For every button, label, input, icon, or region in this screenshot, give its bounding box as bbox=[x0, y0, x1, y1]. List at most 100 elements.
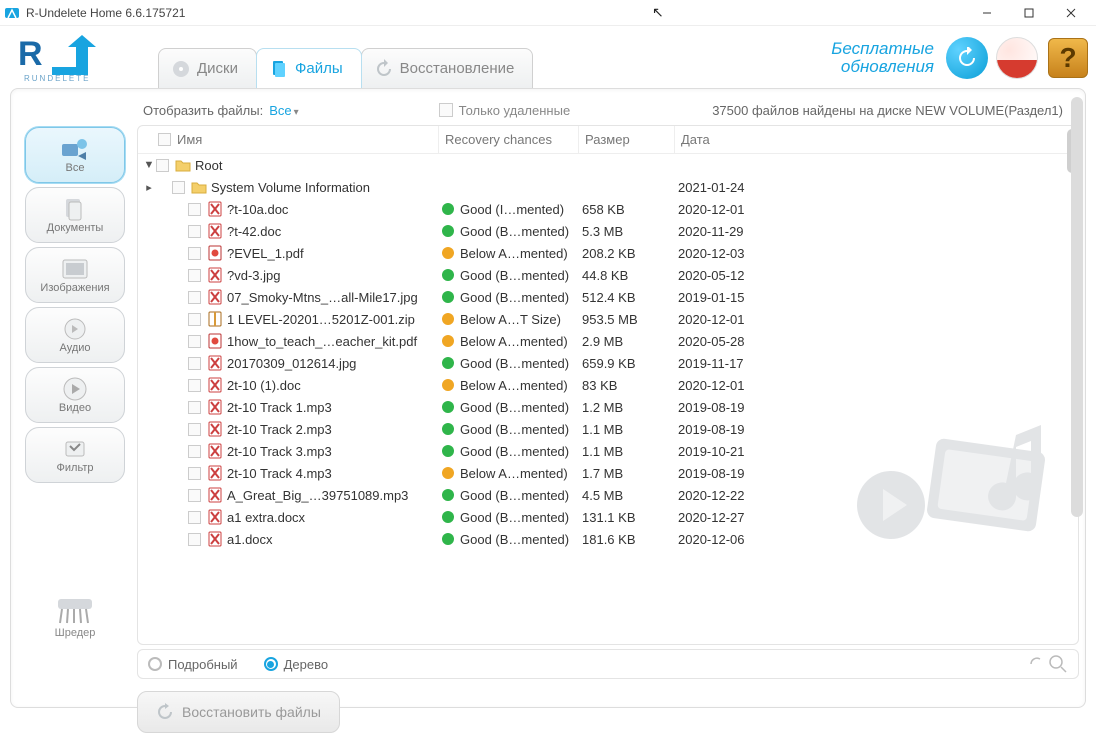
row-checkbox[interactable] bbox=[172, 181, 185, 194]
file-row[interactable]: 1how_to_teach_…eacher_kit.pdfBelow A…men… bbox=[138, 330, 1078, 352]
close-button[interactable] bbox=[1050, 0, 1092, 26]
file-row[interactable]: 2t-10 Track 2.mp3Good (B…mented)1.1 MB20… bbox=[138, 418, 1078, 440]
file-row[interactable]: a1.docxGood (B…mented)181.6 KB2020-12-06 bbox=[138, 528, 1078, 550]
sidebar-item-shredder[interactable]: Шредер bbox=[25, 589, 125, 645]
recover-button[interactable]: Восстановить файлы bbox=[137, 691, 340, 733]
row-checkbox[interactable] bbox=[188, 533, 201, 546]
file-icon bbox=[207, 355, 223, 371]
view-tree-option[interactable]: Дерево bbox=[264, 657, 328, 672]
row-checkbox[interactable] bbox=[188, 489, 201, 502]
file-row[interactable]: 2t-10 Track 4.mp3Below A…mented)1.7 MB20… bbox=[138, 462, 1078, 484]
file-row[interactable]: 2t-10 (1).docBelow A…mented)83 KB2020-12… bbox=[138, 374, 1078, 396]
row-checkbox[interactable] bbox=[188, 225, 201, 238]
shredder-icon bbox=[54, 595, 96, 627]
row-checkbox[interactable] bbox=[188, 401, 201, 414]
tab-disks[interactable]: Диски bbox=[158, 48, 257, 88]
row-checkbox[interactable] bbox=[188, 247, 201, 260]
file-row[interactable]: ?t-10a.docGood (I…mented)658 KB2020-12-0… bbox=[138, 198, 1078, 220]
sidebar-item-filter[interactable]: Фильтр bbox=[25, 427, 125, 483]
row-checkbox[interactable] bbox=[188, 291, 201, 304]
file-name: 07_Smoky-Mtns_…all-Mile17.jpg bbox=[227, 290, 418, 305]
file-size: 83 KB bbox=[582, 378, 678, 393]
status-dot-icon bbox=[442, 533, 454, 545]
folder-row[interactable]: ▸System Volume Information2021-01-24 bbox=[138, 176, 1078, 198]
status-dot-icon bbox=[442, 247, 454, 259]
folder-row[interactable]: ▼Root bbox=[138, 154, 1078, 176]
file-row[interactable]: ?EVEL_1.pdfBelow A…mented)208.2 KB2020-1… bbox=[138, 242, 1078, 264]
column-recovery[interactable]: Recovery chances bbox=[438, 126, 578, 153]
language-button[interactable] bbox=[996, 37, 1038, 79]
column-size[interactable]: Размер bbox=[578, 126, 674, 153]
row-checkbox[interactable] bbox=[188, 423, 201, 436]
help-button[interactable]: ? bbox=[1048, 38, 1088, 78]
file-name: 1 LEVEL-20201…5201Z-001.zip bbox=[227, 312, 415, 327]
row-checkbox[interactable] bbox=[188, 357, 201, 370]
file-icon bbox=[207, 509, 223, 525]
svg-text:RUNDELETE: RUNDELETE bbox=[24, 74, 90, 83]
file-size: 1.1 MB bbox=[582, 422, 678, 437]
file-name: 2t-10 Track 1.mp3 bbox=[227, 400, 332, 415]
file-icon bbox=[207, 289, 223, 305]
recovery-chance: Good (B…mented) bbox=[460, 444, 569, 459]
file-date: 2020-12-27 bbox=[678, 510, 798, 525]
sidebar-item-documents[interactable]: Документы bbox=[25, 187, 125, 243]
file-row[interactable]: 2t-10 Track 1.mp3Good (B…mented)1.2 MB20… bbox=[138, 396, 1078, 418]
maximize-button[interactable] bbox=[1008, 0, 1050, 26]
search-button[interactable] bbox=[1028, 654, 1068, 674]
status-dot-icon bbox=[442, 467, 454, 479]
tab-files[interactable]: Файлы bbox=[256, 48, 362, 88]
file-row[interactable]: 2t-10 Track 3.mp3Good (B…mented)1.1 MB20… bbox=[138, 440, 1078, 462]
view-detailed-option[interactable]: Подробный bbox=[148, 657, 238, 672]
file-rows: ▼Root▸System Volume Information2021-01-2… bbox=[138, 154, 1078, 644]
sidebar-item-video[interactable]: Видео bbox=[25, 367, 125, 423]
file-row[interactable]: a1 extra.docxGood (B…mented)131.1 KB2020… bbox=[138, 506, 1078, 528]
header: R RUNDELETE Диски Файлы Восстановление Б… bbox=[0, 26, 1096, 88]
deleted-only-checkbox[interactable] bbox=[439, 103, 453, 117]
file-icon bbox=[207, 531, 223, 547]
file-row[interactable]: 07_Smoky-Mtns_…all-Mile17.jpgGood (B…men… bbox=[138, 286, 1078, 308]
row-checkbox[interactable] bbox=[188, 511, 201, 524]
file-size: 131.1 KB bbox=[582, 510, 678, 525]
file-name: 2t-10 (1).doc bbox=[227, 378, 301, 393]
cursor-icon: ↖ bbox=[652, 4, 664, 21]
file-row[interactable]: ?t-42.docGood (B…mented)5.3 MB2020-11-29 bbox=[138, 220, 1078, 242]
sidebar-item-audio[interactable]: Аудио bbox=[25, 307, 125, 363]
filter-bar: Отобразить файлы: Все▾ Только удаленные … bbox=[137, 95, 1079, 125]
row-checkbox[interactable] bbox=[188, 269, 201, 282]
row-checkbox[interactable] bbox=[188, 379, 201, 392]
status-dot-icon bbox=[442, 401, 454, 413]
updates-button[interactable] bbox=[946, 37, 988, 79]
sidebar-item-all[interactable]: Все bbox=[25, 127, 125, 183]
show-files-dropdown[interactable]: Все▾ bbox=[269, 103, 298, 118]
column-date[interactable]: Дата bbox=[674, 126, 794, 153]
file-name: 1how_to_teach_…eacher_kit.pdf bbox=[227, 334, 417, 349]
file-size: 1.2 MB bbox=[582, 400, 678, 415]
row-checkbox[interactable] bbox=[188, 445, 201, 458]
file-row[interactable]: ?vd-3.jpgGood (B…mented)44.8 KB2020-05-1… bbox=[138, 264, 1078, 286]
row-checkbox[interactable] bbox=[156, 159, 169, 172]
file-size: 181.6 KB bbox=[582, 532, 678, 547]
file-size: 2.9 MB bbox=[582, 334, 678, 349]
minimize-button[interactable] bbox=[966, 0, 1008, 26]
content-scrollbar[interactable] bbox=[1071, 93, 1083, 703]
file-name: a1 extra.docx bbox=[227, 510, 305, 525]
file-row[interactable]: A_Great_Big_…39751089.mp3Good (B…mented)… bbox=[138, 484, 1078, 506]
file-icon bbox=[207, 267, 223, 283]
status-dot-icon bbox=[442, 269, 454, 281]
file-row[interactable]: 1 LEVEL-20201…5201Z-001.zipBelow A…T Siz… bbox=[138, 308, 1078, 330]
tab-recover-label: Восстановление bbox=[400, 60, 515, 77]
recovery-chance: Good (B…mented) bbox=[460, 488, 569, 503]
category-sidebar: Все Документы Изображения Аудио Видео Фи… bbox=[17, 125, 133, 645]
row-checkbox[interactable] bbox=[188, 313, 201, 326]
select-all-checkbox[interactable] bbox=[158, 133, 171, 146]
row-checkbox[interactable] bbox=[188, 467, 201, 480]
row-checkbox[interactable] bbox=[188, 203, 201, 216]
file-date: 2019-08-19 bbox=[678, 400, 798, 415]
recovery-chance: Below A…mented) bbox=[460, 378, 568, 393]
sidebar-item-images[interactable]: Изображения bbox=[25, 247, 125, 303]
file-row[interactable]: 20170309_012614.jpgGood (B…mented)659.9 … bbox=[138, 352, 1078, 374]
tab-recover[interactable]: Восстановление bbox=[361, 48, 534, 88]
column-name[interactable]: Имя bbox=[138, 126, 438, 153]
row-checkbox[interactable] bbox=[188, 335, 201, 348]
recovery-chance: Below A…mented) bbox=[460, 246, 568, 261]
